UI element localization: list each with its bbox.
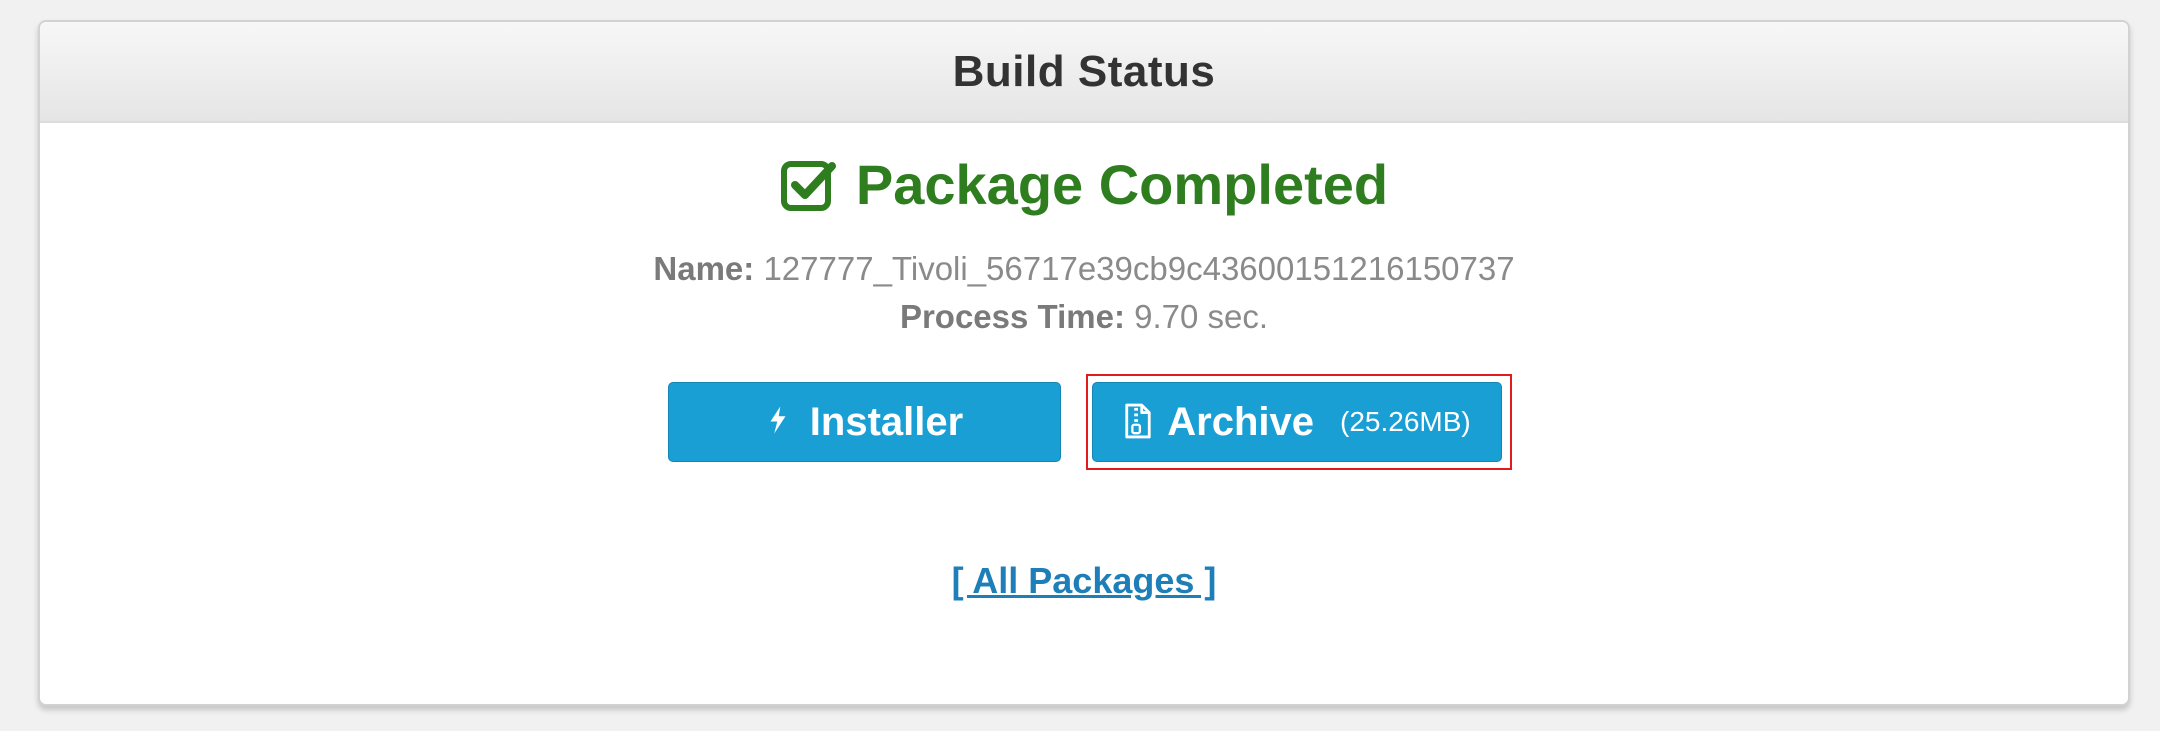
archive-button[interactable]: Archive (25.26MB) [1092,382,1502,462]
panel-title: Build Status [952,46,1216,96]
status-line: Package Completed [40,152,2128,217]
installer-button-label: Installer [809,399,964,444]
panel-header: Build Status [40,22,2128,123]
build-status-panel: Build Status Package Completed Name: 127… [38,20,2130,706]
bolt-icon [766,402,798,442]
process-time-label: Process Time: [899,298,1125,335]
package-name-value: 127777_Tivoli_56717e39cb9c43600151216150… [763,250,1515,287]
status-text: Package Completed [855,153,1389,216]
file-zip-icon [1123,402,1155,442]
archive-button-label: Archive [1167,399,1315,444]
package-name-label: Name: [653,250,755,287]
archive-size: (25.26MB) [1340,406,1471,437]
process-time-value: 9.70 sec. [1134,298,1269,335]
process-time-line: Process Time: 9.70 sec. [40,298,2128,336]
installer-button[interactable]: Installer [668,382,1061,462]
package-name-line: Name: 127777_Tivoli_56717e39cb9c43600151… [40,250,2128,288]
all-packages-container: [ All Packages ] [40,560,2128,602]
check-square-icon [780,156,838,214]
all-packages-link[interactable]: [ All Packages ] [952,560,1217,601]
